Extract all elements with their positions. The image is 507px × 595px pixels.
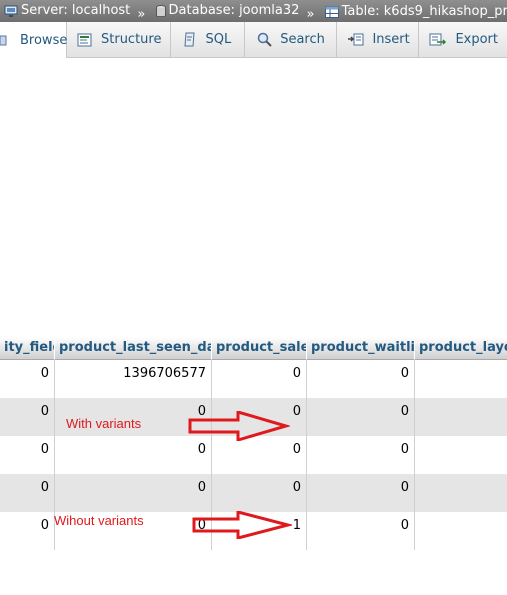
table-cell[interactable]: 0: [307, 436, 415, 474]
breadcrumb-database-label[interactable]: Database: joomla32: [169, 0, 300, 22]
table-cell[interactable]: 0: [212, 474, 307, 512]
browse-icon: [0, 34, 12, 47]
table-cell[interactable]: 0: [307, 512, 415, 550]
tab-search[interactable]: Search: [245, 22, 338, 57]
tab-sql-label[interactable]: SQL: [205, 32, 231, 47]
table-cell[interactable]: 0: [0, 436, 55, 474]
tab-browse[interactable]: Browse: [0, 22, 67, 58]
tab-structure-label[interactable]: Structure: [101, 32, 161, 47]
breadcrumb-separator: »: [306, 6, 315, 22]
table-cell[interactable]: [415, 436, 507, 474]
table-cell[interactable]: 0: [307, 360, 415, 398]
table-cell[interactable]: 0: [307, 474, 415, 512]
column-header[interactable]: product_sales: [212, 337, 307, 360]
structure-icon: [77, 33, 93, 47]
annotation-arrow-icon: [192, 511, 292, 539]
annotation-arrow-icon: [188, 411, 290, 441]
insert-icon: [347, 32, 364, 47]
tab-structure[interactable]: Structure: [67, 22, 172, 57]
table-cell[interactable]: [415, 512, 507, 550]
export-icon: [429, 32, 447, 47]
table-cell[interactable]: 1396706577: [55, 360, 212, 398]
tab-insert[interactable]: Insert: [337, 22, 420, 57]
column-header[interactable]: product_last_seen_date: [55, 337, 212, 360]
column-header[interactable]: product_layou: [415, 337, 507, 360]
breadcrumb-database[interactable]: Database: joomla32: [152, 0, 300, 22]
breadcrumb-table[interactable]: Table: k6ds9_hikashop_product: [321, 1, 507, 23]
table-row[interactable]: 0 0 0 0: [0, 474, 507, 512]
tab-bar: Browse Structure SQL Search Insert Expor…: [0, 22, 507, 58]
table-cell[interactable]: 0: [212, 436, 307, 474]
table-cell[interactable]: 0: [0, 360, 55, 398]
table-cell[interactable]: 0: [55, 474, 212, 512]
table-row[interactable]: 0 0 0 0: [0, 436, 507, 474]
table-cell[interactable]: [415, 474, 507, 512]
breadcrumb-server[interactable]: Server: localhost: [0, 0, 130, 22]
column-header[interactable]: product_waitlist: [307, 337, 415, 360]
sql-icon: [183, 32, 197, 47]
breadcrumb-table-label[interactable]: Table: k6ds9_hikashop_product: [342, 1, 507, 23]
tab-export-label[interactable]: Export: [455, 32, 498, 47]
table-cell[interactable]: [415, 398, 507, 436]
table-cell[interactable]: 0: [212, 360, 307, 398]
annotation-with-variants: With variants: [66, 416, 142, 431]
annotation-without-variants: Wihout variants: [54, 513, 144, 528]
database-icon: [155, 4, 166, 17]
table-cell[interactable]: 0: [307, 398, 415, 436]
table-cell[interactable]: [415, 360, 507, 398]
tab-browse-label[interactable]: Browse: [20, 33, 67, 48]
server-icon: [4, 5, 18, 17]
tab-export[interactable]: Export: [419, 22, 507, 57]
table-icon: [324, 5, 339, 18]
table-cell[interactable]: 0: [0, 398, 55, 436]
tab-sql[interactable]: SQL: [171, 22, 246, 57]
table-cell[interactable]: 0: [0, 512, 55, 550]
tab-insert-label[interactable]: Insert: [372, 32, 409, 47]
table-cell[interactable]: 0: [0, 474, 55, 512]
table-row[interactable]: 0 1396706577 0 0: [0, 360, 507, 398]
search-icon: [257, 32, 272, 47]
tab-search-label[interactable]: Search: [280, 32, 325, 47]
breadcrumb: Server: localhost » Database: joomla32 »…: [0, 0, 507, 22]
breadcrumb-server-label[interactable]: Server: localhost: [21, 0, 130, 22]
column-header[interactable]: ity_field: [0, 337, 55, 360]
table-cell[interactable]: 0: [55, 436, 212, 474]
breadcrumb-separator: »: [137, 6, 146, 22]
